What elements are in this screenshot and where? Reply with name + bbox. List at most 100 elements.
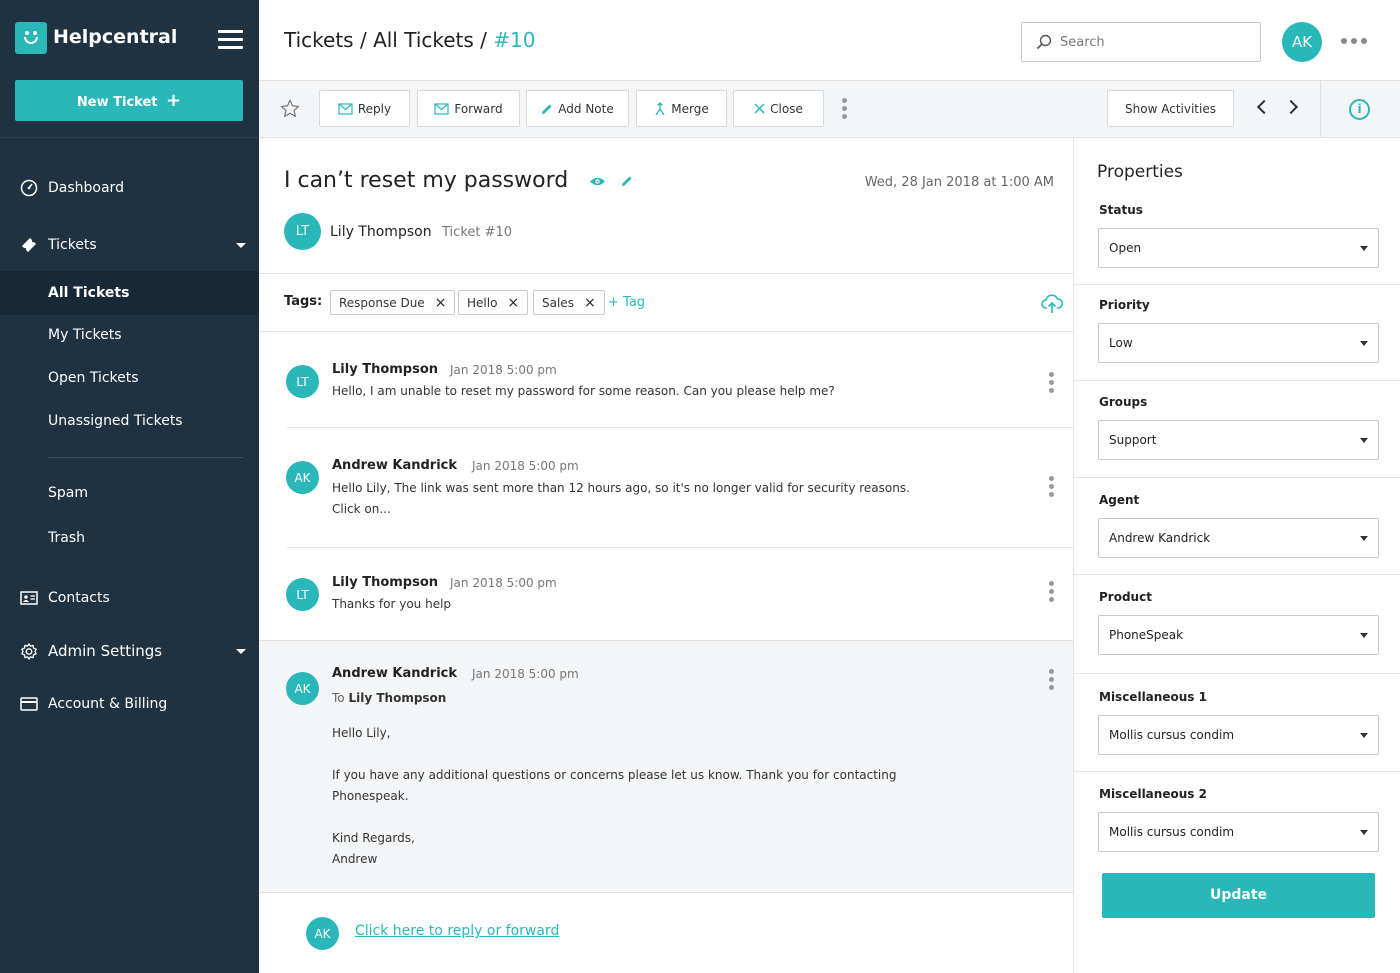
message-item: AK Andrew Kandrick Jan 2018 5:00 pm Hell…: [259, 458, 1073, 538]
select-value: Mollis cursus condim: [1109, 728, 1235, 742]
message-more-icon[interactable]: [1049, 372, 1054, 393]
message-line: Andrew: [332, 852, 378, 866]
remove-tag-icon[interactable]: ×: [584, 295, 596, 311]
search-input[interactable]: [1060, 23, 1255, 61]
reply-button[interactable]: Reply: [319, 90, 410, 127]
sidebar-item-spam[interactable]: Spam: [0, 473, 259, 513]
priority-select[interactable]: Low: [1098, 323, 1379, 363]
remove-tag-icon[interactable]: ×: [507, 295, 519, 311]
sidebar-item-tickets[interactable]: Tickets: [0, 225, 259, 265]
select-value: Andrew Kandrick: [1109, 531, 1211, 545]
message-body: Thanks for you help: [332, 597, 452, 611]
search-box[interactable]: [1021, 22, 1261, 62]
menu-toggle-icon[interactable]: [218, 30, 243, 50]
ticket-date: Wed, 28 Jan 2018 at 1:00 AM: [864, 175, 1054, 190]
gear-icon: [20, 642, 38, 660]
cloud-upload-icon[interactable]: [1041, 294, 1063, 314]
sidebar-divider: [0, 137, 259, 138]
message-body: Hello, I am unable to reset my password …: [332, 384, 835, 398]
breadcrumb-tickets[interactable]: Tickets: [284, 28, 354, 52]
merge-button[interactable]: Merge: [636, 90, 727, 127]
dropdown-arrow-icon: [1360, 733, 1368, 738]
requester-info: Lily Thompson Ticket #10: [330, 224, 512, 240]
sidebar-item-dashboard[interactable]: Dashboard: [0, 168, 259, 208]
agent-select[interactable]: Andrew Kandrick: [1098, 518, 1379, 558]
properties-panel: Properties Status Open Priority Low Grou…: [1073, 138, 1400, 973]
helpcentral-logo-icon[interactable]: [15, 22, 47, 54]
sidebar-item-open-tickets[interactable]: Open Tickets: [0, 358, 259, 398]
toolbar-more-icon[interactable]: [842, 98, 847, 119]
message-author[interactable]: Andrew Kandrick: [332, 458, 457, 473]
divider: [1074, 574, 1400, 575]
message-more-icon[interactable]: [1049, 581, 1054, 602]
sidebar-item-trash[interactable]: Trash: [0, 518, 259, 558]
new-ticket-button[interactable]: New Ticket +: [15, 80, 243, 121]
sidebar-item-account-billing[interactable]: Account & Billing: [0, 684, 259, 724]
message-author[interactable]: Andrew Kandrick: [332, 666, 457, 681]
dropdown-arrow-icon: [1360, 341, 1368, 346]
remove-tag-icon[interactable]: ×: [435, 295, 447, 311]
forward-icon: [434, 102, 449, 115]
plus-icon: +: [166, 90, 182, 111]
ticket-title-text: I can’t reset my password: [284, 168, 569, 193]
agent-label: Agent: [1099, 493, 1140, 507]
sidebar-item-admin-settings[interactable]: Admin Settings: [0, 631, 259, 671]
merge-label: Merge: [671, 101, 709, 116]
add-note-button[interactable]: Add Note: [526, 90, 629, 127]
forward-button[interactable]: Forward: [417, 90, 520, 127]
previous-ticket-icon[interactable]: [1256, 99, 1272, 115]
ticket-title: I can’t reset my password: [284, 168, 633, 193]
chevron-down-icon: [236, 648, 246, 654]
eye-icon[interactable]: [589, 176, 606, 187]
requester-name[interactable]: Lily Thompson: [330, 224, 432, 240]
sidebar-item-label: Dashboard: [48, 180, 124, 196]
message-body: Hello Lily, The link was sent more than …: [332, 478, 932, 520]
ticket-number: Ticket #10: [442, 225, 513, 240]
chevron-down-icon: [236, 242, 246, 248]
priority-label: Priority: [1099, 298, 1150, 312]
sidebar-item-all-tickets[interactable]: All Tickets: [0, 271, 259, 315]
more-options-icon[interactable]: [1341, 38, 1367, 44]
brand-name[interactable]: Helpcentral: [53, 26, 177, 48]
user-avatar[interactable]: AK: [1282, 22, 1322, 62]
breadcrumb-all-tickets[interactable]: All Tickets: [373, 28, 474, 52]
next-ticket-icon[interactable]: [1283, 99, 1299, 115]
sidebar-item-unassigned-tickets[interactable]: Unassigned Tickets: [0, 401, 259, 441]
merge-icon: [655, 101, 665, 115]
message-author[interactable]: Lily Thompson: [332, 362, 438, 377]
sidebar-item-label: Trash: [48, 530, 85, 546]
message-avatar: LT: [286, 365, 319, 398]
search-icon: [1036, 34, 1052, 50]
message-more-icon[interactable]: [1049, 669, 1054, 690]
status-label: Status: [1099, 203, 1143, 217]
sidebar-item-contacts[interactable]: Contacts: [0, 578, 259, 618]
misc2-select[interactable]: Mollis cursus condim: [1098, 812, 1379, 852]
tag-label: Response Due: [339, 295, 425, 310]
message-more-icon[interactable]: [1049, 476, 1054, 497]
ticket-detail: I can’t reset my password Wed, 28 Jan 20…: [259, 138, 1073, 973]
message-time: Jan 2018 5:00 pm: [450, 363, 557, 377]
show-activities-button[interactable]: Show Activities: [1107, 90, 1234, 127]
product-select[interactable]: PhoneSpeak: [1098, 615, 1379, 655]
status-select[interactable]: Open: [1098, 228, 1379, 268]
reply-or-forward-link[interactable]: Click here to reply or forward: [355, 923, 559, 939]
message-time: Jan 2018 5:00 pm: [472, 667, 579, 681]
sidebar-item-my-tickets[interactable]: My Tickets: [0, 315, 259, 355]
groups-select[interactable]: Support: [1098, 420, 1379, 460]
info-icon[interactable]: i: [1349, 99, 1370, 120]
dropdown-arrow-icon: [1360, 438, 1368, 443]
tag-label: Sales: [542, 295, 574, 310]
close-label: Close: [770, 101, 803, 116]
message-line: Click on...: [332, 502, 391, 516]
breadcrumb-current: #10: [493, 28, 536, 52]
update-button[interactable]: Update: [1102, 873, 1375, 918]
breadcrumb-separator: /: [480, 28, 487, 52]
close-ticket-button[interactable]: Close: [733, 90, 824, 127]
add-tag-button[interactable]: + Tag: [608, 295, 645, 310]
edit-pencil-icon[interactable]: [621, 175, 633, 187]
misc1-select[interactable]: Mollis cursus condim: [1098, 715, 1379, 755]
message-author[interactable]: Lily Thompson: [332, 575, 438, 590]
star-icon[interactable]: [279, 98, 301, 120]
groups-label: Groups: [1099, 395, 1148, 409]
add-note-label: Add Note: [558, 101, 614, 116]
